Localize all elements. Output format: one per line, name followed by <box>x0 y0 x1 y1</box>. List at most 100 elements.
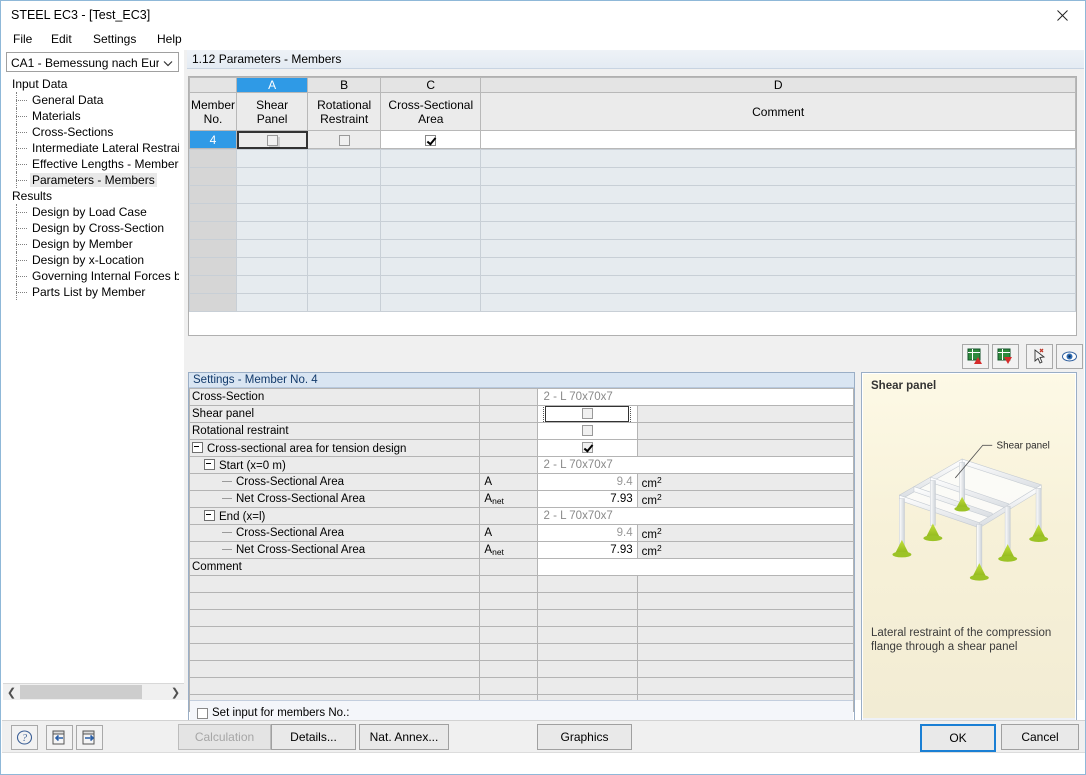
settings-row[interactable]: Cross-sectional area for tension design <box>188 439 855 457</box>
nat-annex-button[interactable]: Nat. Annex... <box>359 724 449 750</box>
grid-empty-cell[interactable] <box>236 293 309 312</box>
settings-row[interactable]: Cross-Section 2 - L 70x70x7 <box>188 388 854 406</box>
grid-empty-cell[interactable] <box>380 149 482 168</box>
settings-empty-cell[interactable] <box>636 677 855 695</box>
grid-empty-cell[interactable] <box>307 149 382 168</box>
settings-row[interactable]: Rotational restraint <box>188 422 855 440</box>
grid-empty-cell[interactable] <box>307 293 382 312</box>
settings-empty-cell[interactable] <box>536 609 638 627</box>
grid-empty-cell[interactable] <box>188 203 238 222</box>
settings-empty-cell[interactable] <box>188 660 481 678</box>
grid-empty-cell[interactable] <box>380 239 482 258</box>
shear-panel-setting-checkbox[interactable] <box>581 408 593 420</box>
cell-shear-panel[interactable] <box>236 130 309 149</box>
collapse-expander-icon[interactable] <box>204 509 215 521</box>
close-window-button[interactable] <box>1039 1 1085 30</box>
design-case-dropdown[interactable]: CA1 - Bemessung nach Eurocod <box>6 52 179 72</box>
grid-empty-cell[interactable] <box>380 185 482 204</box>
grid-empty-cell[interactable] <box>188 221 238 240</box>
column-letter-d[interactable]: D <box>480 77 1076 93</box>
scroll-left-icon[interactable]: ❮ <box>3 684 20 700</box>
grid-empty-cell[interactable] <box>236 257 309 276</box>
grid-empty-cell[interactable] <box>236 203 309 222</box>
menu-help[interactable]: Help <box>151 30 188 48</box>
grid-empty-cell[interactable] <box>380 293 482 312</box>
settings-empty-cell[interactable] <box>479 592 538 610</box>
grid-empty-row[interactable] <box>188 203 1076 222</box>
sidebar-item-cross-sections[interactable]: Cross-Sections <box>6 124 179 140</box>
grid-empty-cell[interactable] <box>236 185 309 204</box>
settings-empty-cell[interactable] <box>636 626 855 644</box>
grid-empty-cell[interactable] <box>236 149 309 168</box>
collapse-expander-icon[interactable] <box>204 458 215 470</box>
rotational-restraint-setting-checkbox[interactable] <box>581 425 593 437</box>
settings-empty-row[interactable] <box>188 643 855 661</box>
settings-empty-cell[interactable] <box>479 643 538 661</box>
settings-empty-row[interactable] <box>188 575 855 593</box>
grid-empty-row[interactable] <box>188 149 1076 168</box>
menu-edit[interactable]: Edit <box>45 30 78 48</box>
select-pick-button[interactable] <box>1026 344 1053 369</box>
export-button[interactable] <box>76 725 103 750</box>
grid-empty-row[interactable] <box>188 293 1076 312</box>
cross-sectional-area-checkbox[interactable] <box>425 134 437 146</box>
grid-empty-cell[interactable] <box>236 239 309 258</box>
sidebar-item-design-by-cross-section[interactable]: Design by Cross-Section <box>6 220 179 236</box>
import-button[interactable] <box>46 725 73 750</box>
grid-empty-cell[interactable] <box>480 275 1076 294</box>
settings-empty-cell[interactable] <box>636 643 855 661</box>
row-member-no[interactable]: 4 <box>188 130 238 149</box>
settings-empty-cell[interactable] <box>536 592 638 610</box>
settings-row[interactable]: Net Cross-Sectional Area Anet 7.93 cm2 <box>188 490 855 508</box>
grid-empty-row[interactable] <box>188 275 1076 294</box>
menu-settings[interactable]: Settings <box>87 30 142 48</box>
sidebar-item-design-by-member[interactable]: Design by Member <box>6 236 179 252</box>
settings-empty-cell[interactable] <box>479 677 538 695</box>
settings-empty-row[interactable] <box>188 592 855 610</box>
help-button[interactable]: ? <box>11 725 38 750</box>
graphics-button[interactable]: Graphics <box>537 724 632 750</box>
settings-row[interactable]: End (x=l) 2 - L 70x70x7 <box>188 507 854 525</box>
settings-row-value[interactable] <box>536 422 638 440</box>
cell-rotational-restraint[interactable] <box>307 130 382 149</box>
settings-row-value[interactable]: 9.4 <box>536 524 638 542</box>
members-grid[interactable]: A B C D Member No. Shear Panel Rotationa… <box>188 76 1077 336</box>
grid-empty-cell[interactable] <box>188 149 238 168</box>
scroll-right-icon[interactable]: ❯ <box>167 684 184 700</box>
grid-empty-cell[interactable] <box>480 149 1076 168</box>
sidebar-item-materials[interactable]: Materials <box>6 108 179 124</box>
sidebar-item-governing-internal-forces-by-m[interactable]: Governing Internal Forces by M <box>6 268 179 284</box>
grid-empty-cell[interactable] <box>307 221 382 240</box>
grid-empty-cell[interactable] <box>380 167 482 186</box>
scroll-thumb[interactable] <box>20 685 142 699</box>
column-letter-a[interactable]: A <box>236 77 309 93</box>
collapse-expander-icon[interactable] <box>192 441 203 453</box>
grid-empty-cell[interactable] <box>188 185 238 204</box>
settings-empty-cell[interactable] <box>479 660 538 678</box>
settings-empty-row[interactable] <box>188 677 855 695</box>
set-input-checkbox[interactable] <box>197 707 208 719</box>
cell-comment[interactable] <box>480 130 1076 149</box>
grid-empty-cell[interactable] <box>188 293 238 312</box>
settings-empty-cell[interactable] <box>479 575 538 593</box>
settings-empty-cell[interactable] <box>536 643 638 661</box>
sidebar-item-parts-list-by-member[interactable]: Parts List by Member <box>6 284 179 300</box>
view-eye-button[interactable] <box>1056 344 1083 369</box>
grid-empty-row[interactable] <box>188 239 1076 258</box>
settings-empty-row[interactable] <box>188 609 855 627</box>
grid-empty-cell[interactable] <box>480 257 1076 276</box>
grid-empty-cell[interactable] <box>480 203 1076 222</box>
column-letter-b[interactable]: B <box>307 77 382 93</box>
settings-row-value[interactable]: 7.93 <box>536 541 638 559</box>
grid-empty-cell[interactable] <box>307 257 382 276</box>
sidebar-item-effective-lengths-members[interactable]: Effective Lengths - Members <box>6 156 179 172</box>
settings-row-value[interactable]: 7.93 <box>536 490 638 508</box>
ok-button[interactable]: OK <box>920 724 996 752</box>
settings-row-value[interactable] <box>536 405 638 423</box>
sidebar-item-input-data[interactable]: Input Data <box>6 76 179 92</box>
settings-empty-cell[interactable] <box>188 609 481 627</box>
grid-empty-cell[interactable] <box>480 293 1076 312</box>
grid-empty-row[interactable] <box>188 257 1076 276</box>
settings-empty-cell[interactable] <box>479 609 538 627</box>
export-table-up-button[interactable] <box>962 344 989 369</box>
